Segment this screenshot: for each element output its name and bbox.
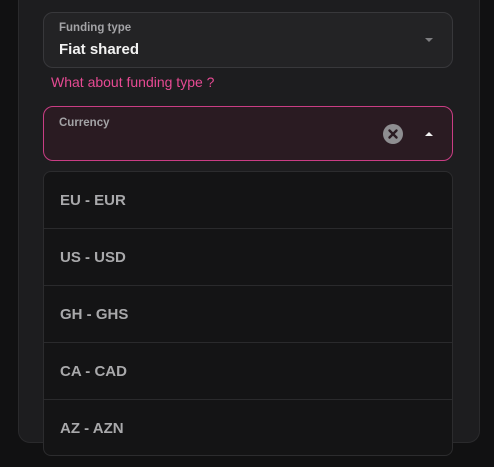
funding-type-value: Fiat shared [59,41,140,58]
currency-label: Currency [59,117,110,129]
chevron-down-icon[interactable] [425,38,433,42]
currency-option-cad[interactable]: CA - CAD [44,343,452,400]
funding-type-select[interactable]: Funding type Fiat shared [43,12,453,68]
currency-option-usd[interactable]: US - USD [44,229,452,286]
currency-option-eur[interactable]: EU - EUR [44,172,452,229]
currency-dropdown-list: EU - EUR US - USD GH - GHS CA - CAD AZ -… [43,171,453,456]
currency-option-azn[interactable]: AZ - AZN [44,400,452,455]
funding-type-label: Funding type [59,22,132,34]
clear-icon[interactable] [383,124,403,144]
funding-type-help-link[interactable]: What about funding type ? [51,74,214,90]
currency-select[interactable]: Currency [43,106,453,161]
currency-option-ghs[interactable]: GH - GHS [44,286,452,343]
chevron-up-icon[interactable] [425,132,433,136]
